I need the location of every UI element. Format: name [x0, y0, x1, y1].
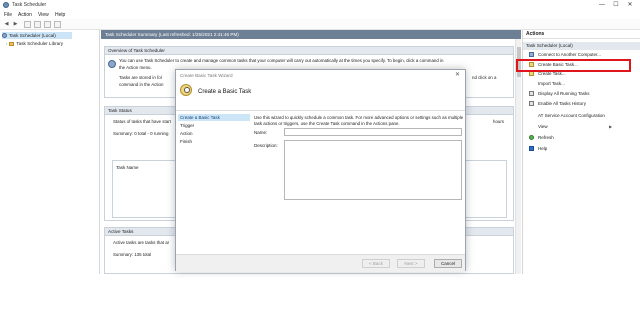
close-button[interactable]: ✕ — [626, 1, 634, 9]
menu-view[interactable]: View — [38, 12, 49, 18]
panel-icon[interactable] — [54, 21, 61, 28]
submenu-arrow-icon: ▶ — [609, 124, 613, 129]
step-trigger[interactable]: Trigger — [178, 122, 250, 129]
menu-file[interactable]: File — [4, 12, 12, 18]
cancel-button[interactable]: Cancel — [434, 259, 462, 268]
dialog-footer: < Back Next > Cancel — [176, 254, 465, 272]
action-connect-to-another-computer[interactable]: Connect to Another Computer... — [529, 51, 637, 59]
step-finish[interactable]: Finish — [178, 138, 250, 145]
grid-icon[interactable] — [34, 21, 41, 28]
action-display-all-running-tasks[interactable]: Display All Running Tasks — [529, 90, 637, 98]
create-task-icon — [529, 71, 534, 77]
back-button[interactable]: < Back — [362, 259, 390, 268]
folder-icon — [9, 41, 15, 46]
summary-header: Task Scheduler Summary (Last refreshed: … — [101, 30, 521, 39]
wizard-icon — [180, 84, 192, 96]
help-icon[interactable] — [44, 21, 51, 28]
action-refresh[interactable]: Refresh — [529, 134, 637, 142]
help-icon — [529, 146, 534, 152]
menu-bar: File Action View Help — [0, 10, 640, 19]
task-scheduler-window: Task Scheduler — ☐ ✕ File Action View He… — [0, 0, 640, 274]
next-button[interactable]: Next > — [397, 259, 425, 268]
expand-chevron-icon[interactable]: › — [6, 41, 7, 46]
dialog-heading: Create a Basic Task — [198, 89, 252, 95]
refresh-icon — [529, 135, 534, 141]
show-hide-tree-icon[interactable] — [24, 21, 31, 28]
description-field[interactable] — [284, 140, 462, 200]
menu-help[interactable]: Help — [55, 12, 65, 18]
dialog-close-button[interactable]: ✕ — [453, 71, 462, 80]
title-bar: Task Scheduler — ☐ ✕ — [0, 0, 640, 10]
wizard-description: Use this wizard to quickly schedule a co… — [254, 115, 464, 126]
wizard-steps: Create a Basic Task Trigger Action Finis… — [176, 112, 250, 230]
action-import-task[interactable]: Import Task... — [529, 80, 637, 88]
task-scheduler-icon — [108, 60, 116, 68]
action-view[interactable]: View ▶ — [529, 123, 637, 131]
name-field[interactable] — [284, 128, 462, 136]
navigation-tree: Task Scheduler (Local) › Task Scheduler L… — [0, 30, 100, 274]
tree-item-task-scheduler-library[interactable]: › Task Scheduler Library — [6, 40, 86, 47]
forward-arrow-icon[interactable]: ▶ — [12, 21, 19, 28]
menu-action[interactable]: Action — [18, 12, 32, 18]
actions-title: Actions — [523, 30, 640, 39]
tree-item-task-scheduler-local[interactable]: Task Scheduler (Local) — [2, 32, 72, 39]
status-period-select[interactable]: hours — [493, 119, 504, 126]
window-title: Task Scheduler — [12, 2, 47, 8]
step-create-basic-task[interactable]: Create a Basic Task — [178, 114, 250, 121]
task-scheduler-icon — [3, 2, 9, 8]
name-label: Name: — [254, 130, 268, 135]
config-icon — [529, 113, 534, 118]
wizard-content: Use this wizard to quickly schedule a co… — [254, 112, 464, 252]
create-basic-task-wizard: Create Basic Task Wizard ✕ Create a Basi… — [175, 69, 466, 272]
task-status-description: Status of tasks that have start — [113, 119, 171, 124]
dialog-header: Create a Basic Task — [176, 81, 465, 111]
action-help[interactable]: Help — [529, 145, 637, 153]
highlight-box — [516, 59, 631, 72]
clock-icon — [2, 33, 7, 39]
import-icon — [529, 81, 534, 86]
step-action[interactable]: Action — [178, 130, 250, 137]
toolbar: ◀ ▶ — [0, 19, 640, 30]
maximize-button[interactable]: ☐ — [612, 1, 620, 9]
minimize-button[interactable]: — — [598, 1, 606, 9]
running-tasks-icon — [529, 91, 534, 97]
view-icon — [529, 124, 534, 129]
tree-item-label: Task Scheduler Library — [16, 41, 64, 46]
back-arrow-icon[interactable]: ◀ — [3, 21, 10, 28]
scrollbar[interactable] — [515, 39, 521, 274]
action-at-service-account-configuration[interactable]: AT Service Account Configuration — [529, 112, 637, 120]
history-icon — [529, 101, 534, 107]
overview-title[interactable]: Overview of Task Scheduler — [105, 47, 513, 55]
actions-section-header[interactable]: Task Scheduler (Local) — [523, 42, 640, 50]
description-label: Description: — [254, 143, 278, 148]
computer-icon — [529, 52, 534, 58]
action-enable-all-tasks-history[interactable]: Enable All Tasks History — [529, 100, 637, 108]
tree-item-label: Task Scheduler (Local) — [9, 33, 56, 38]
dialog-title: Create Basic Task Wizard — [176, 70, 465, 81]
